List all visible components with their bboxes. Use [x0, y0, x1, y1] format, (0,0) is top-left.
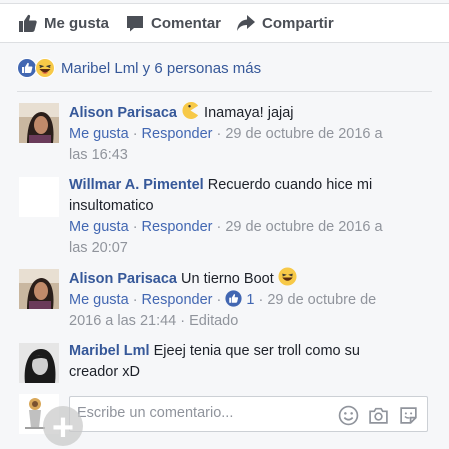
like-icon	[17, 58, 37, 78]
comment-meta: Me gusta · Responder · 1 · 29 de octubre…	[69, 290, 377, 329]
camera-icon[interactable]	[368, 405, 389, 426]
comment-item: Alison Parisaca Un tierno Boot Me gusta …	[19, 267, 434, 332]
sticker-icon[interactable]	[398, 405, 419, 426]
comment-timestamp[interactable]: · 29 de octubre de 2016 a	[217, 219, 383, 235]
comment-text: Recuerdo cuando hice mi	[203, 177, 373, 193]
haha-icon	[35, 58, 55, 78]
laughing-face-icon	[278, 267, 297, 286]
avatar[interactable]	[19, 343, 59, 383]
plus-icon: +	[51, 407, 75, 449]
comment-body: Maribel Lml Ejeej tenia que ser troll co…	[69, 341, 434, 383]
comment-like-count[interactable]: 1	[246, 292, 254, 308]
reactions-summary[interactable]: Maribel Lml y 6 personas más	[17, 57, 261, 79]
comment-item: Alison Parisaca Inamaya! jajaj Me gusta …	[19, 101, 434, 166]
like-button-label: Me gusta	[44, 14, 110, 32]
comment-meta: Me gusta · Responder · 29 de octubre de …	[69, 126, 383, 163]
reactions-label: Maribel Lml y 6 personas más	[61, 59, 262, 77]
comment-text-cont: insultomatico	[69, 198, 154, 214]
like-icon	[225, 290, 242, 307]
like-button[interactable]: Me gusta	[18, 12, 109, 34]
comment-author[interactable]: Alison Parisaca	[69, 271, 177, 287]
comment-author[interactable]: Alison Parisaca	[69, 105, 177, 121]
comment-text-cont: creador xD	[69, 364, 140, 380]
comment-body: Willmar A. Pimentel Recuerdo cuando hice…	[69, 175, 434, 217]
pacman-icon	[182, 101, 199, 120]
comment-like-link[interactable]: Me gusta	[69, 126, 129, 142]
comment-text: Inamaya! jajaj	[177, 101, 294, 121]
comment-like-link[interactable]: Me gusta	[69, 292, 129, 308]
add-cursor-overlay: +	[43, 406, 83, 449]
comment-button[interactable]: Comentar	[125, 12, 221, 34]
divider	[17, 91, 432, 92]
share-button[interactable]: Compartir	[236, 12, 334, 34]
composer-icons	[338, 405, 419, 426]
comment-author[interactable]: Willmar A. Pimentel	[69, 177, 204, 193]
comment-like-link[interactable]: Me gusta	[69, 219, 129, 235]
avatar[interactable]	[19, 269, 59, 309]
thumbs-up-icon	[19, 14, 37, 33]
share-button-label: Compartir	[262, 14, 334, 32]
comment-meta: Me gusta · Responder · 29 de octubre de …	[69, 219, 383, 256]
share-arrow-icon	[237, 15, 255, 31]
comment-item: Willmar A. Pimentel Recuerdo cuando hice…	[19, 175, 434, 259]
comment-text: Ejeej tenia que ser troll como su	[149, 343, 360, 359]
comment-timestamp[interactable]: · 29 de octubre de 2016 a	[217, 126, 383, 142]
comment-timestamp-cont[interactable]: las 20:07	[69, 240, 128, 256]
avatar[interactable]	[19, 103, 59, 143]
comment-button-label: Comentar	[151, 14, 222, 32]
comment-body: Alison Parisaca Inamaya! jajaj	[69, 101, 434, 124]
action-bar: Me gusta Comentar Compartir	[0, 4, 449, 43]
comment-timestamp[interactable]: · 29 de octubre de	[259, 292, 377, 308]
comment-timestamp-cont[interactable]: 2016 a las 21:44 · Editado	[69, 313, 238, 329]
comment-icon	[127, 16, 143, 32]
comment-reply-link[interactable]: Responder	[142, 292, 213, 308]
comment-item: Maribel Lml Ejeej tenia que ser troll co…	[19, 341, 434, 383]
avatar[interactable]	[19, 177, 59, 217]
comment-text: Un tierno Boot	[177, 271, 278, 287]
comment-timestamp-cont[interactable]: las 16:43	[69, 147, 128, 163]
comment-input[interactable]	[75, 404, 329, 422]
emoji-icon[interactable]	[338, 405, 359, 426]
comment-body: Alison Parisaca Un tierno Boot	[69, 267, 434, 290]
comment-reply-link[interactable]: Responder	[142, 126, 213, 142]
comment-author[interactable]: Maribel Lml	[69, 343, 150, 359]
comment-reply-link[interactable]: Responder	[142, 219, 213, 235]
comment-input-box[interactable]	[69, 396, 428, 432]
